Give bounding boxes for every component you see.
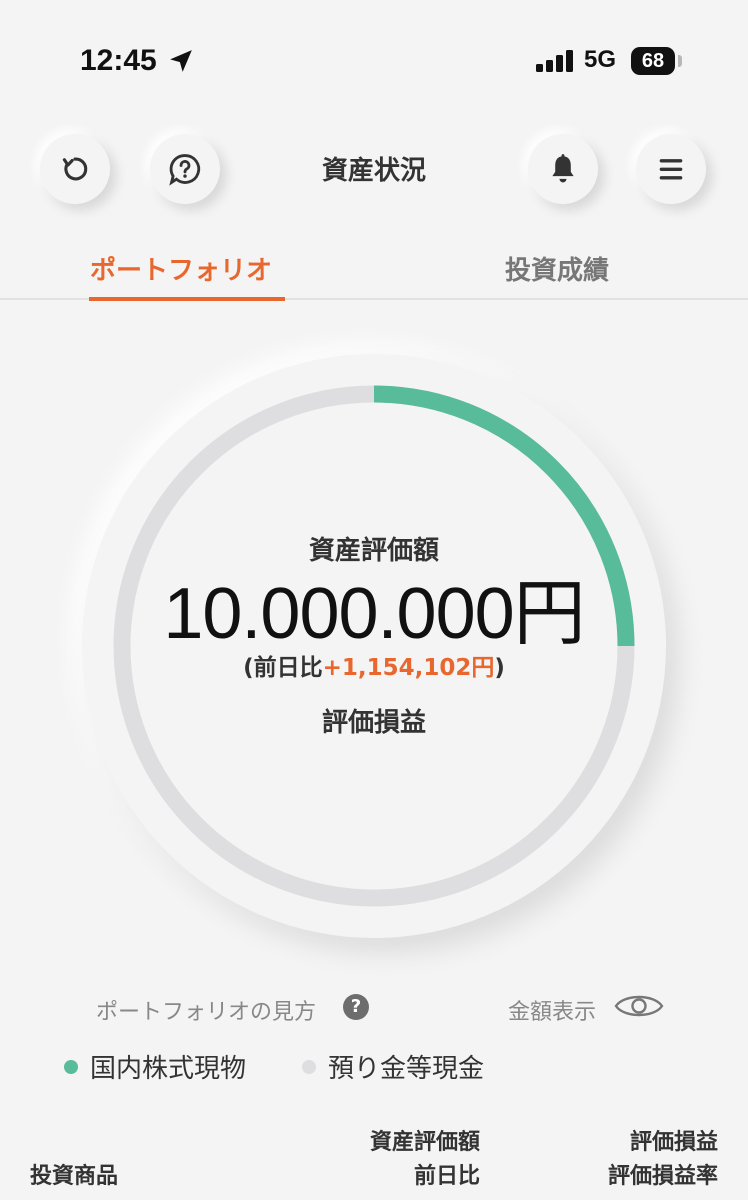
daily-change-suffix: ) xyxy=(494,655,505,681)
notifications-button[interactable] xyxy=(528,134,598,204)
battery-cap xyxy=(678,55,682,67)
tab-portfolio[interactable]: ポートフォリオ xyxy=(90,250,272,287)
eye-icon[interactable] xyxy=(614,990,664,1022)
asset-valuation-label: 資産評価額 xyxy=(308,536,439,566)
column-header-pl-rate: 評価損益率 xyxy=(607,1164,718,1189)
daily-change-prefix: (前日比 xyxy=(243,655,323,681)
column-header-product: 投資商品 xyxy=(30,1164,119,1189)
help-circle-icon[interactable]: ? xyxy=(343,994,369,1020)
column-header-prev-day: 前日比 xyxy=(413,1164,480,1189)
signal-icon xyxy=(536,50,573,72)
daily-change: (前日比+1,154,102円) xyxy=(0,648,748,682)
battery-icon: 68 xyxy=(631,47,675,75)
asset-valuation-amount: 10.000.000円 xyxy=(163,574,585,654)
tab-performance[interactable]: 投資成績 xyxy=(505,250,609,287)
unrealized-pl-label[interactable]: 評価損益 xyxy=(0,702,748,739)
daily-change-value: +1,154,102円 xyxy=(322,655,495,681)
legend-item-domestic-stock: 国内株式現物 xyxy=(64,1048,246,1085)
legend-label-cash: 預り金等現金 xyxy=(328,1054,485,1084)
status-time: 12:45 xyxy=(80,44,157,77)
legend-label-domestic-stock: 国内株式現物 xyxy=(90,1054,247,1084)
bell-icon xyxy=(552,154,574,183)
location-arrow-icon xyxy=(170,50,192,72)
column-header-eval-amount: 資産評価額 xyxy=(369,1130,480,1155)
hamburger-menu-icon xyxy=(659,159,683,180)
status-bar: 12:45 5G 68 xyxy=(0,0,748,120)
portfolio-howto-link[interactable]: ポートフォリオの見方 xyxy=(96,994,316,1026)
legend-item-cash: 預り金等現金 xyxy=(302,1048,484,1085)
network-type: 5G xyxy=(584,46,617,73)
active-tab-indicator xyxy=(89,297,285,301)
column-header-pl: 評価損益 xyxy=(629,1130,718,1155)
legend-dot-domestic-stock xyxy=(64,1059,78,1074)
legend-dot-cash xyxy=(302,1059,316,1074)
show-amount-label: 金額表示 xyxy=(508,1000,597,1025)
menu-button[interactable] xyxy=(636,134,706,204)
